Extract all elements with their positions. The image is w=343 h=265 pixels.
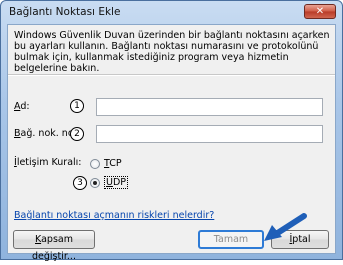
add-port-dialog: Bağlantı Noktası Ekle ✕ Windows Güvenlik… [0, 0, 343, 262]
ok-button[interactable]: Tamam [198, 230, 264, 249]
window-title: Bağlantı Noktası Ekle [9, 6, 121, 18]
close-button[interactable]: ✕ [304, 4, 336, 19]
pointer-arrow-icon [264, 213, 307, 241]
port-number-input[interactable] [96, 125, 323, 143]
change-scope-button[interactable]: Kapsam değiştir... [13, 230, 95, 262]
protocol-label: İletişim Kuralı: [14, 157, 82, 168]
tcp-radio[interactable] [90, 159, 100, 169]
radio-selected-dot [93, 181, 97, 185]
close-icon: ✕ [315, 6, 325, 17]
callout-marker-3: 3 [73, 176, 87, 190]
separator [8, 74, 335, 76]
port-number-label: Bağ. nok. no: [14, 128, 77, 139]
callout-marker-2: 2 [70, 127, 84, 141]
name-label: Ad: [14, 101, 30, 112]
udp-radio[interactable] [90, 178, 100, 188]
tcp-radio-label: TCP [104, 158, 122, 169]
name-input[interactable] [96, 98, 323, 116]
title-bar[interactable]: Bağlantı Noktası Ekle ✕ [1, 1, 342, 23]
callout-marker-1: 1 [70, 99, 84, 113]
udp-radio-label: UDP [104, 176, 129, 189]
dialog-body: Windows Güvenlik Duvan üzerinden bir bağ… [7, 24, 336, 262]
port-risks-link[interactable]: Bağlantı noktası açmanın riskleri nelerd… [14, 210, 214, 221]
description-text: Windows Güvenlik Duvan üzerinden bir bağ… [14, 30, 330, 74]
